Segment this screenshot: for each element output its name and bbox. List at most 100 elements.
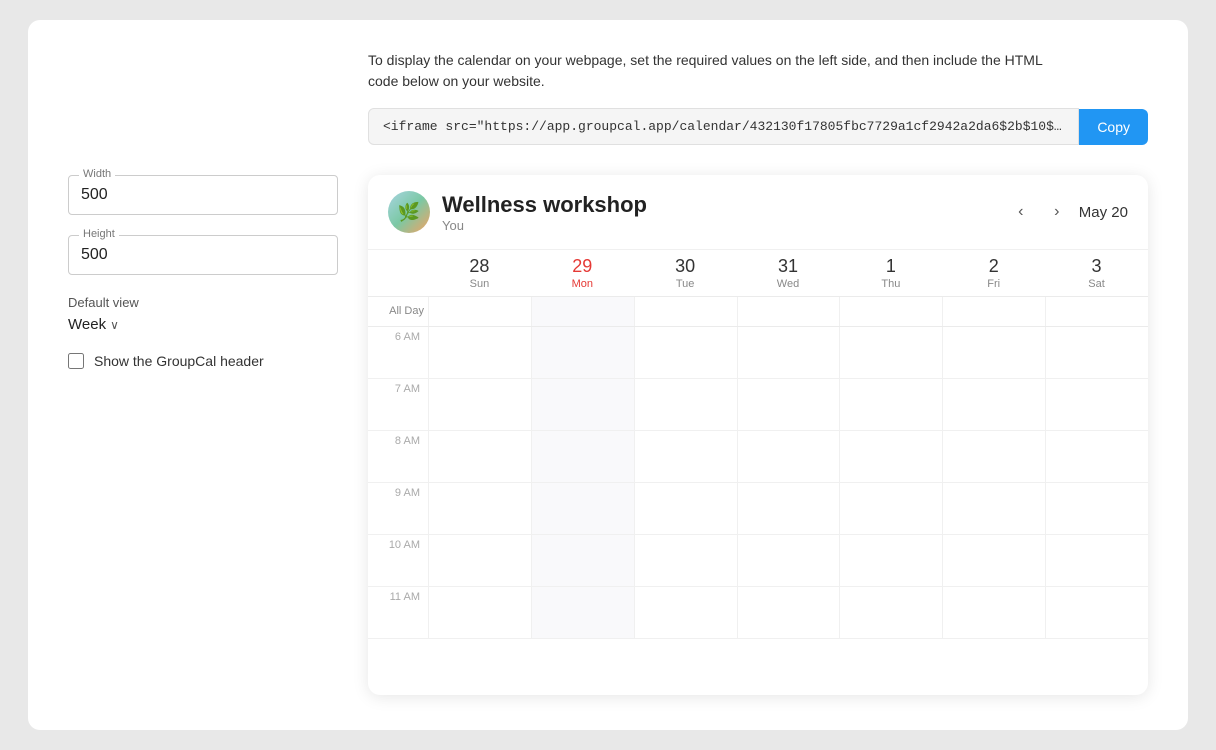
time-cell-8am-6: [1045, 431, 1148, 482]
day-header-6: 3 Sat: [1045, 256, 1148, 290]
time-cell-10am-5: [942, 535, 1045, 586]
time-cell-8am-2: [634, 431, 737, 482]
day-header-0: 28 Sun: [428, 256, 531, 290]
height-field-group: Height: [68, 235, 338, 275]
time-cell-6am-0: [428, 327, 531, 378]
all-day-cell-6: [1045, 297, 1148, 326]
copy-button[interactable]: Copy: [1079, 109, 1148, 145]
day-header-3: 31 Wed: [737, 256, 840, 290]
time-cell-7am-3: [737, 379, 840, 430]
day-name-4: Thu: [839, 278, 942, 290]
time-cell-8am-1: [531, 431, 634, 482]
left-panel: Width Height Default view Week ∨ Show th…: [68, 175, 338, 695]
width-input[interactable]: [81, 186, 325, 204]
show-header-label[interactable]: Show the GroupCal header: [94, 353, 264, 369]
time-cell-11am-3: [737, 587, 840, 638]
time-label-6am: 6 AM: [368, 327, 428, 378]
all-day-cell-3: [737, 297, 840, 326]
time-cell-6am-6: [1045, 327, 1148, 378]
time-label-10am: 10 AM: [368, 535, 428, 586]
description-section: To display the calendar on your webpage,…: [68, 50, 1148, 92]
day-number-5: 2: [942, 256, 1045, 278]
day-header-1: 29 Mon: [531, 256, 634, 290]
main-container: To display the calendar on your webpage,…: [28, 20, 1188, 730]
time-cell-9am-1: [531, 483, 634, 534]
day-name-1: Mon: [531, 278, 634, 290]
time-cell-9am-2: [634, 483, 737, 534]
time-label-11am: 11 AM: [368, 587, 428, 638]
days-header-spacer: [368, 256, 428, 290]
time-cell-11am-6: [1045, 587, 1148, 638]
prev-arrow[interactable]: ‹: [1007, 198, 1035, 226]
time-cell-8am-3: [737, 431, 840, 482]
time-row-11am: 11 AM: [368, 587, 1148, 639]
time-cell-10am-0: [428, 535, 531, 586]
day-header-5: 2 Fri: [942, 256, 1045, 290]
time-cell-6am-3: [737, 327, 840, 378]
calendar-avatar: 🌿: [388, 191, 430, 233]
time-label-9am: 9 AM: [368, 483, 428, 534]
next-arrow[interactable]: ›: [1043, 198, 1071, 226]
all-day-cell-1: [531, 297, 634, 326]
all-day-cell-4: [839, 297, 942, 326]
all-day-cell-5: [942, 297, 1045, 326]
time-cell-6am-2: [634, 327, 737, 378]
time-cell-9am-4: [839, 483, 942, 534]
cal-subtitle: You: [442, 218, 995, 233]
time-row-6am: 6 AM: [368, 327, 1148, 379]
time-cell-10am-3: [737, 535, 840, 586]
width-label: Width: [79, 168, 115, 180]
time-cell-7am-4: [839, 379, 942, 430]
show-header-checkbox[interactable]: [68, 353, 84, 369]
time-cell-11am-4: [839, 587, 942, 638]
time-cell-10am-1: [531, 535, 634, 586]
time-label-8am: 8 AM: [368, 431, 428, 482]
week-dropdown[interactable]: Week ∨: [68, 316, 338, 333]
time-cell-9am-6: [1045, 483, 1148, 534]
show-header-row: Show the GroupCal header: [68, 353, 338, 369]
day-number-4: 1: [839, 256, 942, 278]
height-input[interactable]: [81, 246, 325, 264]
cal-body[interactable]: All Day 6 AM: [368, 297, 1148, 695]
time-cell-7am-0: [428, 379, 531, 430]
all-day-cell-0: [428, 297, 531, 326]
time-cell-11am-5: [942, 587, 1045, 638]
time-label-7am: 7 AM: [368, 379, 428, 430]
calendar-preview: 🌿 Wellness workshop You ‹ › May 20 28 Su…: [368, 175, 1148, 695]
width-field-group: Width: [68, 175, 338, 215]
cal-title-block: Wellness workshop You: [442, 192, 995, 233]
default-view-label: Default view: [68, 295, 338, 310]
time-cell-9am-5: [942, 483, 1045, 534]
description-text: To display the calendar on your webpage,…: [368, 50, 1068, 92]
time-cell-6am-4: [839, 327, 942, 378]
time-row-9am: 9 AM: [368, 483, 1148, 535]
time-cell-8am-0: [428, 431, 531, 482]
time-cell-6am-5: [942, 327, 1045, 378]
day-number-1: 29: [531, 256, 634, 278]
time-row-10am: 10 AM: [368, 535, 1148, 587]
day-number-0: 28: [428, 256, 531, 278]
week-label: Week: [68, 316, 106, 333]
all-day-cell-2: [634, 297, 737, 326]
cal-month: May 20: [1079, 204, 1128, 221]
time-cell-11am-2: [634, 587, 737, 638]
time-cell-8am-4: [839, 431, 942, 482]
time-cell-7am-5: [942, 379, 1045, 430]
time-cell-10am-2: [634, 535, 737, 586]
day-name-3: Wed: [737, 278, 840, 290]
height-label: Height: [79, 228, 119, 240]
cal-title: Wellness workshop: [442, 192, 995, 218]
day-name-2: Tue: [634, 278, 737, 290]
time-cell-9am-3: [737, 483, 840, 534]
cal-header: 🌿 Wellness workshop You ‹ › May 20: [368, 175, 1148, 250]
time-row-7am: 7 AM: [368, 379, 1148, 431]
day-number-2: 30: [634, 256, 737, 278]
time-cell-9am-0: [428, 483, 531, 534]
default-view-section: Default view Week ∨: [68, 295, 338, 333]
embed-code-box: <iframe src="https://app.groupcal.app/ca…: [368, 108, 1079, 145]
day-header-4: 1 Thu: [839, 256, 942, 290]
time-cell-7am-2: [634, 379, 737, 430]
cal-nav: ‹ › May 20: [1007, 198, 1128, 226]
all-day-row: All Day: [368, 297, 1148, 327]
day-number-3: 31: [737, 256, 840, 278]
